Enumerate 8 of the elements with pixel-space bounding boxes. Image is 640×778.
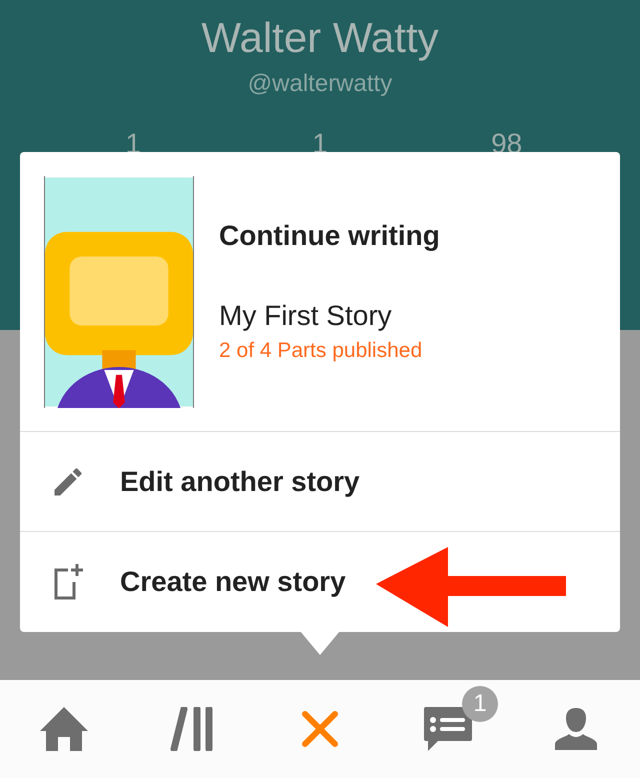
- profile-name: Walter Watty: [201, 13, 439, 63]
- story-title[interactable]: My First Story: [219, 298, 440, 332]
- menu-item[interactable]: Create new story: [20, 532, 366, 632]
- parts-published: 2 of 4 Parts published: [219, 338, 424, 364]
- profile-handle: @walterwatty: [248, 69, 392, 99]
- continue-writing-heading: Continue writing: [219, 218, 440, 252]
- notification-badge: 1: [462, 686, 498, 722]
- menu-item[interactable]: Edit another story: [20, 432, 380, 531]
